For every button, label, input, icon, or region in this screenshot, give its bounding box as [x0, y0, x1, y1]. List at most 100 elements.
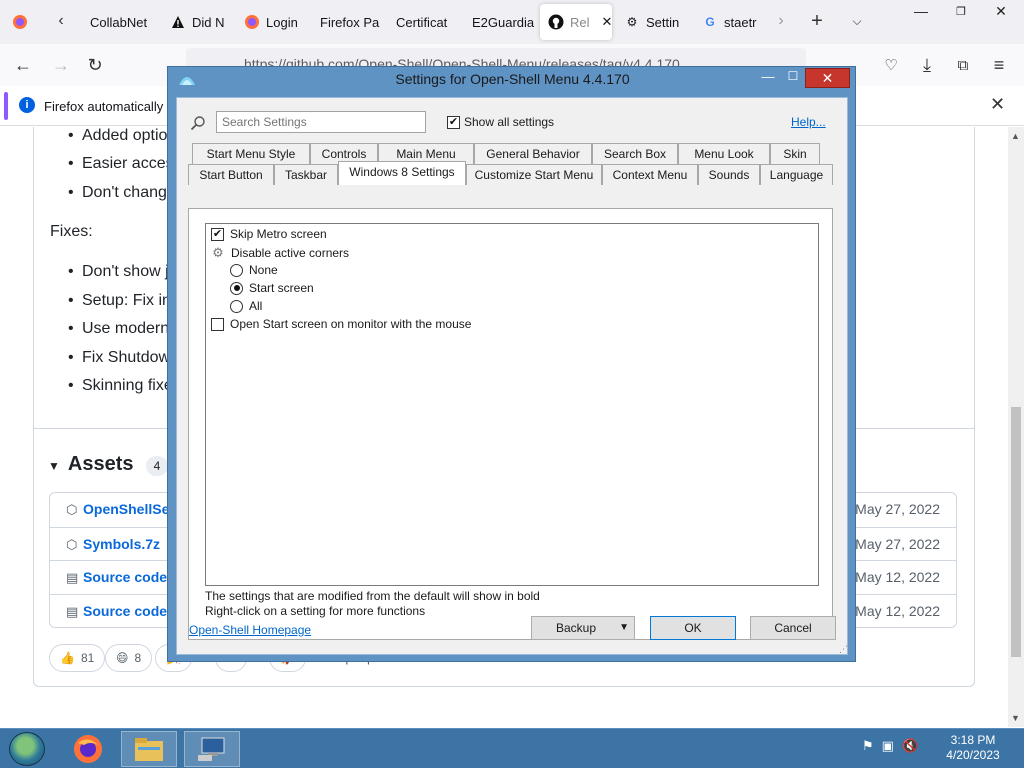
dropdown-arrow-icon: ▼	[619, 622, 629, 633]
assets-toggle[interactable]: ▼ Assets	[48, 453, 134, 476]
taskbar-clock[interactable]: 3:18 PM 4/20/2023	[940, 733, 1006, 763]
search-icon	[190, 116, 205, 131]
taskbar-control-panel[interactable]	[184, 731, 240, 767]
tab-start-button[interactable]: Start Button	[188, 164, 274, 185]
tab-collabnet[interactable]: CollabNet	[82, 4, 158, 40]
tab-menu-look[interactable]: Menu Look	[678, 143, 770, 164]
skip-metro-checkbox[interactable]: ✔ Skip Metro screen	[211, 227, 327, 241]
scrollbar-thumb[interactable]	[1011, 407, 1021, 657]
backup-button[interactable]: Backup ▼	[531, 616, 635, 640]
dialog-close-button[interactable]: ✕	[805, 68, 850, 88]
scroll-up-icon[interactable]: ▲	[1011, 131, 1020, 141]
gear-icon: ⚙	[212, 245, 224, 260]
tab-skin[interactable]: Skin	[770, 143, 820, 164]
reaction-thumbs-up[interactable]: 👍 81	[49, 644, 106, 672]
warning-icon	[170, 14, 186, 30]
reaction-count: 8	[134, 651, 142, 665]
back-button[interactable]: ←	[8, 50, 38, 80]
close-notification-icon[interactable]: ✕	[990, 94, 1005, 115]
open-shell-homepage-link[interactable]: Open-Shell Homepage	[189, 623, 311, 637]
windows-8-settings-panel: ✔ Skip Metro screen ⚙ Disable active cor…	[188, 208, 833, 640]
scroll-down-icon[interactable]: ▼	[1011, 713, 1020, 723]
tab-settings[interactable]: ⚙ Settin	[616, 4, 692, 40]
network-icon[interactable]: ▣	[882, 738, 894, 754]
extensions-icon[interactable]: ⧉	[948, 50, 978, 80]
dialog-minimize-button[interactable]: —	[755, 69, 781, 89]
clock-date: 4/20/2023	[946, 748, 1000, 762]
radio-unselected-icon	[230, 299, 243, 313]
file-explorer-icon	[135, 738, 163, 761]
downloads-icon[interactable]: ⤓	[912, 50, 942, 80]
asset-date: May 27, 2022	[855, 501, 940, 517]
corners-radio-all[interactable]: All	[230, 299, 262, 313]
tab-firefox-view[interactable]	[4, 4, 36, 40]
google-icon: G	[705, 15, 715, 29]
tab-general-behavior[interactable]: General Behavior	[474, 143, 592, 164]
tab-customize-start-menu[interactable]: Customize Start Menu	[466, 164, 602, 185]
forward-button[interactable]: →	[46, 50, 76, 80]
release-note-item: Added optio	[68, 127, 167, 145]
start-button[interactable]	[9, 732, 45, 766]
tab-login[interactable]: Login	[236, 4, 308, 40]
skip-metro-label: Skip Metro screen	[230, 227, 327, 241]
page-scrollbar[interactable]: ▲ ▼	[1008, 127, 1024, 727]
checkbox-unchecked-icon	[211, 317, 224, 331]
asset-date: May 27, 2022	[855, 535, 940, 552]
tab-taskbar[interactable]: Taskbar	[274, 164, 338, 185]
tab-label: Rel	[570, 14, 590, 30]
resize-grip-icon[interactable]: ⋰	[839, 644, 848, 655]
list-all-tabs-button[interactable]: ⌵	[842, 6, 872, 36]
tab-label: CollabNet	[90, 14, 148, 30]
tab-did-n[interactable]: Did N	[162, 4, 234, 40]
taskbar-firefox[interactable]	[60, 731, 116, 767]
window-restore-button[interactable]: ❐	[944, 0, 978, 22]
tab-scroll-right-button[interactable]: ›	[766, 6, 796, 36]
new-tab-button[interactable]: +	[802, 6, 832, 36]
cancel-button[interactable]: Cancel	[750, 616, 836, 640]
browser-tab-bar: ‹ CollabNet Did N Login Firefox Pa Certi…	[0, 0, 1024, 44]
search-settings-input[interactable]	[216, 111, 426, 133]
tab-scroll-left-button[interactable]: ‹	[46, 6, 76, 36]
tab-label: staetr	[724, 14, 757, 30]
tab-start-menu-style[interactable]: Start Menu Style	[192, 143, 310, 164]
radio-unselected-icon	[230, 263, 243, 277]
volume-muted-icon[interactable]: 🔇	[902, 738, 918, 754]
disable-active-corners-group: ⚙ Disable active corners	[211, 245, 349, 261]
asset-link[interactable]: Symbols.7z	[83, 536, 160, 552]
tab-certificate[interactable]: Certificat	[388, 4, 460, 40]
tab-github-release[interactable]: Rel ✕	[540, 4, 612, 40]
radio-label: Start screen	[249, 281, 314, 295]
corners-radio-none[interactable]: None	[230, 263, 278, 277]
reaction-laugh[interactable]: 😄 8	[105, 644, 153, 672]
windows-taskbar: ⚑ ▣ 🔇 3:18 PM 4/20/2023	[0, 728, 1024, 768]
show-all-settings-checkbox[interactable]: ✔ Show all settings	[447, 115, 554, 129]
tab-firefox-pa[interactable]: Firefox Pa	[312, 4, 388, 40]
asset-link[interactable]: OpenShellSet	[83, 501, 174, 517]
dialog-maximize-button[interactable]: ☐	[780, 69, 806, 89]
asset-link[interactable]: Source code (	[83, 569, 176, 585]
tab-windows-8-settings[interactable]: Windows 8 Settings	[338, 161, 466, 185]
menu-icon[interactable]: ≡	[984, 50, 1014, 80]
close-tab-icon[interactable]: ✕	[602, 14, 612, 30]
help-link[interactable]: Help...	[791, 115, 826, 129]
pocket-icon[interactable]: ♡	[876, 50, 906, 80]
ok-button[interactable]: OK	[650, 616, 736, 640]
asset-link[interactable]: Source code (	[83, 603, 176, 619]
tab-language[interactable]: Language	[760, 164, 833, 185]
reload-button[interactable]: ↻	[80, 50, 110, 80]
tab-search-box[interactable]: Search Box	[592, 143, 678, 164]
window-minimize-button[interactable]: —	[904, 0, 938, 22]
tab-sounds[interactable]: Sounds	[698, 164, 760, 185]
fix-item: Don't show j	[68, 263, 169, 281]
settings-tree: ✔ Skip Metro screen ⚙ Disable active cor…	[205, 223, 819, 586]
flag-icon[interactable]: ⚑	[862, 738, 874, 754]
corners-radio-start-screen[interactable]: Start screen	[230, 281, 314, 295]
reaction-count: 81	[80, 651, 95, 665]
tab-google-search[interactable]: G staetr	[694, 4, 766, 40]
window-close-button[interactable]: ✕	[984, 0, 1018, 22]
taskbar-file-explorer[interactable]	[121, 731, 177, 767]
tab-e2guardian[interactable]: E2Guardia	[464, 4, 538, 40]
open-start-on-monitor-checkbox[interactable]: Open Start screen on monitor with the mo…	[211, 317, 471, 331]
backup-label: Backup	[555, 621, 597, 635]
tab-context-menu[interactable]: Context Menu	[602, 164, 698, 185]
